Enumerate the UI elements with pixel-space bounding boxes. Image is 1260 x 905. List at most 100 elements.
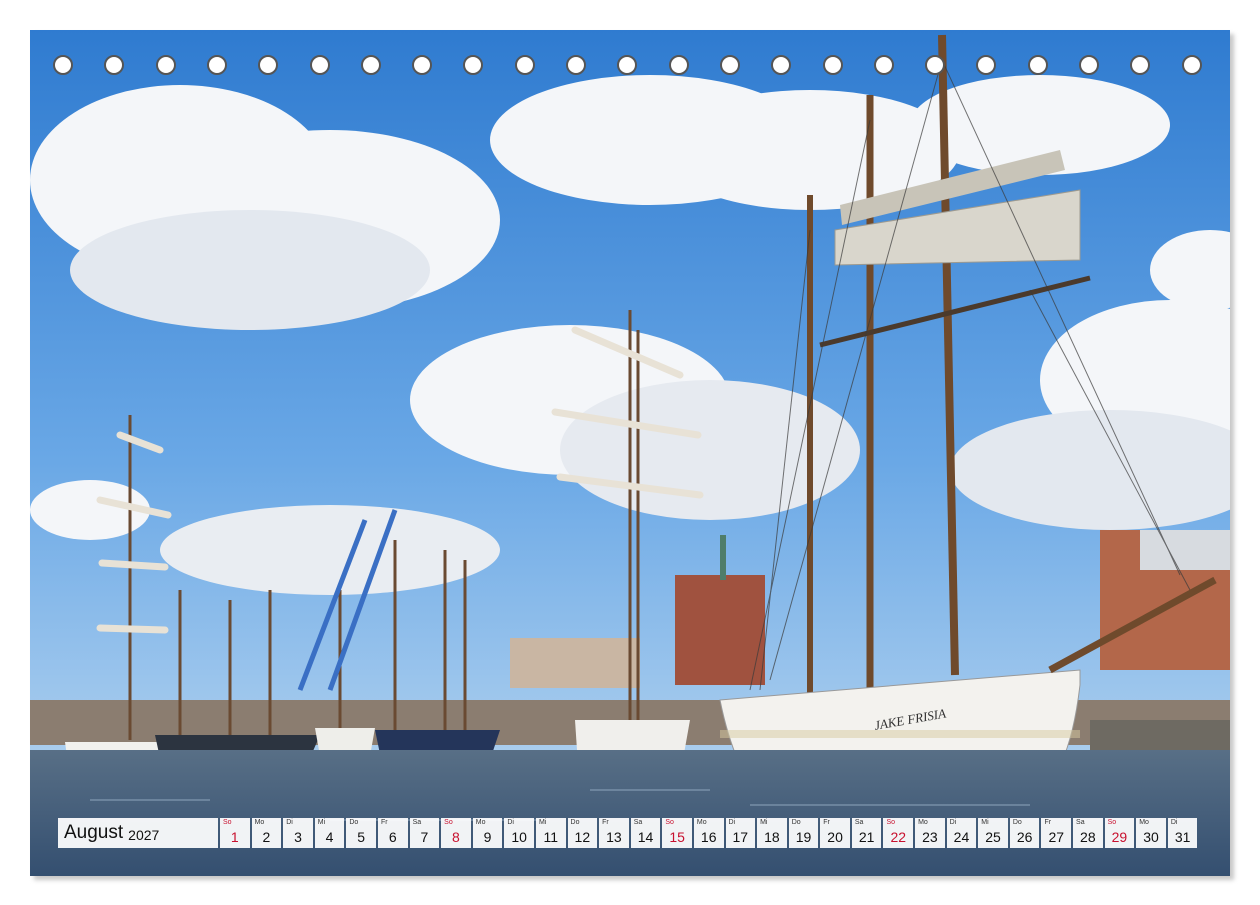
day-number: 16 xyxy=(700,829,717,845)
day-weekday: Mo xyxy=(254,819,265,826)
day-number: 19 xyxy=(795,829,812,845)
day-cell: Do 12 xyxy=(567,818,598,848)
day-number: 8 xyxy=(452,829,460,845)
day-cell: Fr 6 xyxy=(377,818,408,848)
day-cell: Mi 18 xyxy=(757,818,787,848)
day-weekday: Di xyxy=(286,819,293,826)
day-cell: So 22 xyxy=(883,818,914,848)
day-cell: Sa 28 xyxy=(1073,818,1103,848)
day-cell: Fr 20 xyxy=(820,818,850,848)
day-weekday: Fr xyxy=(1044,819,1052,826)
month-year: 2027 xyxy=(128,826,160,843)
tall-ships-scene: JAKE FRISIA xyxy=(30,30,1230,876)
day-number: 11 xyxy=(543,829,558,845)
day-number: 4 xyxy=(325,829,334,845)
day-number: 26 xyxy=(1016,829,1033,845)
day-weekday: Mo xyxy=(696,819,707,826)
day-weekday: Do xyxy=(791,819,801,826)
day-weekday: Mo xyxy=(918,819,928,826)
day-number: 27 xyxy=(1048,829,1065,845)
day-weekday: Mi xyxy=(760,819,768,826)
day-cell: So 15 xyxy=(662,818,692,848)
day-cell: Mo 30 xyxy=(1136,818,1166,848)
day-number: 3 xyxy=(294,829,302,845)
day-number: 13 xyxy=(606,829,622,845)
day-weekday: Fr xyxy=(602,819,609,826)
day-number: 10 xyxy=(511,829,527,845)
day-weekday: Mi xyxy=(538,819,547,826)
day-weekday: Do xyxy=(349,819,359,826)
day-cell: Di 24 xyxy=(946,818,977,848)
day-weekday: So xyxy=(665,819,674,826)
day-weekday: Sa xyxy=(412,819,422,826)
day-weekday: Di xyxy=(1170,819,1178,826)
day-number: 17 xyxy=(732,829,749,845)
day-weekday: Di xyxy=(728,819,736,826)
day-weekday: Fr xyxy=(823,819,830,826)
day-weekday: Di xyxy=(949,819,957,826)
day-weekday: Sa xyxy=(1076,819,1085,826)
day-number: 7 xyxy=(420,829,429,845)
day-weekday: Do xyxy=(1012,819,1022,826)
day-cell: Mo 16 xyxy=(693,818,724,848)
day-cell: Sa 7 xyxy=(409,818,440,848)
day-cell: Mi 4 xyxy=(314,818,345,848)
day-number: 6 xyxy=(388,829,397,845)
day-cell: Mo 2 xyxy=(251,818,282,848)
day-number: 12 xyxy=(574,829,591,845)
day-weekday: So xyxy=(223,819,232,826)
day-cell: So 29 xyxy=(1104,818,1135,848)
harbor-water xyxy=(30,750,1230,876)
day-cell: Fr 27 xyxy=(1041,818,1072,848)
day-cell: Fr 13 xyxy=(599,818,629,848)
day-cell: Mo 23 xyxy=(915,818,945,848)
day-number: 9 xyxy=(483,829,492,845)
day-weekday: Sa xyxy=(633,819,643,826)
day-cell: So 1 xyxy=(220,818,250,848)
day-weekday: Mo xyxy=(1139,819,1149,826)
day-number: 5 xyxy=(357,829,366,845)
day-weekday: Do xyxy=(570,819,580,826)
harbor-photo: JAKE FRISIA August 2027 So 1 Mo 2 Di 3 Mi 4 Do 5 F… xyxy=(30,30,1230,876)
day-weekday: So xyxy=(444,819,453,826)
day-cell: Mo 9 xyxy=(472,818,503,848)
day-number: 29 xyxy=(1111,829,1128,845)
day-weekday: Di xyxy=(507,819,514,826)
day-number: 21 xyxy=(858,829,875,845)
day-number: 30 xyxy=(1143,829,1159,845)
day-number: 24 xyxy=(953,829,970,845)
day-cell: So 8 xyxy=(441,818,471,848)
day-weekday: So xyxy=(1107,819,1117,826)
month-label: August 2027 xyxy=(58,818,218,848)
day-weekday: Fr xyxy=(380,819,388,826)
day-cell: Sa 21 xyxy=(851,818,882,848)
day-number: 28 xyxy=(1080,829,1096,845)
day-number: 1 xyxy=(230,829,239,845)
day-cells: So 1 Mo 2 Di 3 Mi 4 Do 5 Fr 6 Sa 7 So 8 Mo 9 Di 10 Mi 11 Do 12 F… xyxy=(220,818,1199,848)
day-cell: Do 19 xyxy=(788,818,819,848)
month-name: August xyxy=(64,822,124,843)
day-weekday: Sa xyxy=(854,819,864,826)
day-cell: Di 3 xyxy=(283,818,313,848)
day-cell: Di 17 xyxy=(725,818,756,848)
day-number: 15 xyxy=(669,829,685,845)
day-cell: Sa 14 xyxy=(630,818,661,848)
day-weekday: So xyxy=(886,819,896,826)
day-number: 20 xyxy=(827,829,843,845)
day-number: 31 xyxy=(1174,829,1191,845)
day-weekday: Mo xyxy=(475,819,486,826)
day-cell: Mi 11 xyxy=(535,818,566,848)
calendar-bar: August 2027 So 1 Mo 2 Di 3 Mi 4 Do 5 Fr 6 Sa 7 So 8 Mo 9 D… xyxy=(58,818,1199,848)
day-number: 2 xyxy=(262,829,271,845)
day-cell: Di 31 xyxy=(1167,818,1198,848)
day-weekday: Mi xyxy=(981,819,989,826)
day-weekday: Mi xyxy=(317,819,326,826)
day-cell: Do 26 xyxy=(1009,818,1040,848)
day-number: 14 xyxy=(637,829,654,845)
day-number: 22 xyxy=(890,829,907,845)
day-cell: Do 5 xyxy=(346,818,376,848)
day-cell: Mi 25 xyxy=(978,818,1008,848)
day-cell: Di 10 xyxy=(504,818,534,848)
day-number: 23 xyxy=(922,829,938,845)
day-number: 25 xyxy=(985,829,1001,845)
